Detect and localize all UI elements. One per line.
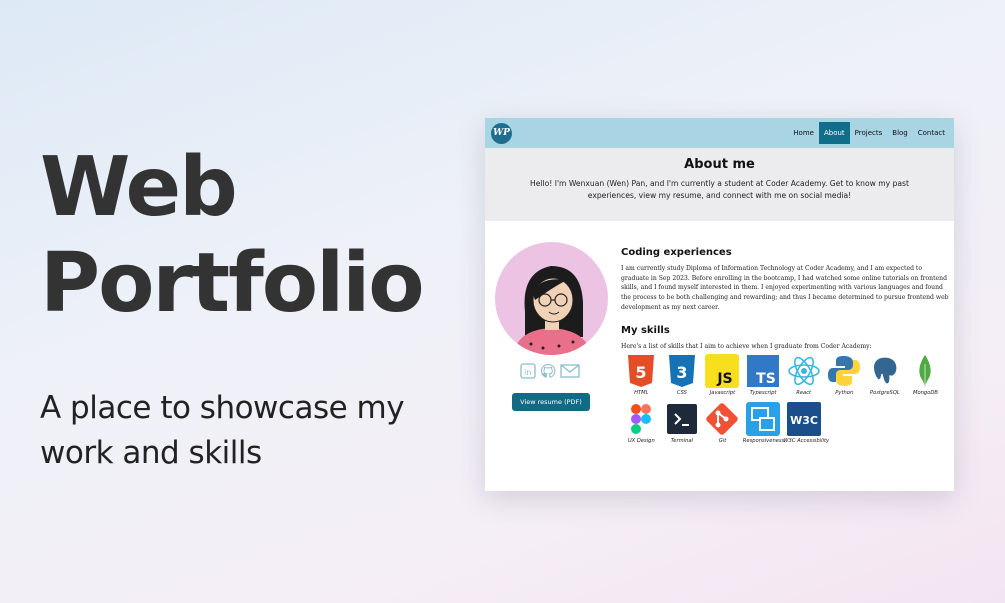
git-icon <box>705 402 739 436</box>
skill-mongodb: MongoDB <box>905 354 946 396</box>
coding-title: Coding experiences <box>621 247 732 258</box>
skills-title: My skills <box>621 324 670 336</box>
skill-html: 5 HTML <box>621 354 662 396</box>
skill-label: Responsiveness <box>742 437 785 444</box>
about-content: in View resume (PDF) Coding experiences … <box>485 221 954 491</box>
about-text: Hello! I'm Wenxuan (Wen) Pan, and I'm cu… <box>530 179 909 200</box>
skill-responsiveness: Responsiveness <box>742 401 785 444</box>
skill-git: Git <box>702 402 743 444</box>
skill-label: Git <box>718 437 727 444</box>
figma-icon <box>624 402 658 436</box>
skill-label: W3C Accessibility <box>783 437 830 444</box>
skill-javascript: JS Javascript <box>702 353 743 396</box>
avatar <box>495 242 608 355</box>
skill-react: React <box>783 354 824 396</box>
mail-icon[interactable] <box>560 363 580 383</box>
skill-terminal: Terminal <box>662 402 703 444</box>
navbar: WP Home About Projects Blog Contact <box>485 118 954 148</box>
avatar-illustration <box>513 266 591 355</box>
linkedin-icon[interactable]: in <box>520 363 536 383</box>
css3-icon: 3 <box>665 354 699 388</box>
about-title: About me <box>684 157 755 172</box>
svg-text:JS: JS <box>717 371 733 387</box>
typescript-icon: TS <box>746 354 780 388</box>
skill-w3c-accessibility: W3C W3C Accessibility <box>783 401 830 444</box>
terminal-icon <box>665 402 699 436</box>
mongodb-icon <box>908 354 942 388</box>
skills-row-2: UX Design Terminal Git Responsiveness W3… <box>621 401 951 444</box>
svg-text:TS: TS <box>756 371 776 387</box>
skill-label: Terminal <box>670 437 694 444</box>
skill-label: PostgreSQL <box>869 389 900 396</box>
html5-icon: 5 <box>624 354 658 388</box>
skill-ux-design: UX Design <box>621 402 662 444</box>
skill-python: Python <box>824 354 865 396</box>
svg-text:W3C: W3C <box>790 414 818 427</box>
skill-css: 3 CSS <box>662 354 703 396</box>
skill-label: Typescript <box>749 389 777 396</box>
skill-label: CSS <box>676 389 687 396</box>
skill-label: Python <box>835 389 854 396</box>
skill-label: React <box>796 389 812 396</box>
skill-label: MongoDB <box>912 389 938 396</box>
portfolio-screenshot: WP Home About Projects Blog Contact Abou… <box>485 118 954 491</box>
skills-intro: Here's a list of skills that I aim to ac… <box>621 342 872 350</box>
logo[interactable]: WP <box>491 122 512 144</box>
svg-text:in: in <box>524 368 531 377</box>
responsive-icon <box>746 401 781 436</box>
hero-title: Web Portfolio <box>40 140 425 332</box>
nav-links: Home About Projects Blog Contact <box>788 118 954 148</box>
hero-subtitle: A place to showcase my work and skills <box>40 390 405 471</box>
postgresql-icon <box>868 354 902 388</box>
skill-postgresql: PostgreSQL <box>865 354 906 396</box>
python-icon <box>827 354 861 388</box>
hero-title-line-2: Portfolio <box>40 236 425 331</box>
view-resume-button[interactable]: View resume (PDF) <box>512 393 590 411</box>
social-links: in <box>520 363 580 383</box>
svg-text:5: 5 <box>636 363 647 382</box>
skill-label: Javascript <box>709 389 736 396</box>
skill-label: HTML <box>634 389 649 396</box>
skill-label: UX Design <box>627 437 655 444</box>
github-icon[interactable] <box>540 363 556 383</box>
skill-typescript: TS Typescript <box>743 354 784 396</box>
nav-projects[interactable]: Projects <box>850 122 888 144</box>
w3c-icon: W3C <box>786 401 821 436</box>
experience-section: Coding experiences I am currently study … <box>621 247 951 444</box>
nav-blog[interactable]: Blog <box>887 122 912 144</box>
javascript-icon: JS <box>705 353 740 388</box>
hero-title-line-1: Web <box>40 140 238 235</box>
nav-contact[interactable]: Contact <box>913 122 950 144</box>
svg-text:3: 3 <box>676 363 687 382</box>
nav-home[interactable]: Home <box>788 122 819 144</box>
coding-text: I am currently study Diploma of Informat… <box>621 265 949 311</box>
skills-row-1: 5 HTML 3 CSS JS Javascript TS Typescript <box>621 353 951 396</box>
about-header: About me Hello! I'm Wenxuan (Wen) Pan, a… <box>485 148 954 221</box>
react-icon <box>787 354 821 388</box>
nav-about[interactable]: About <box>818 122 850 144</box>
